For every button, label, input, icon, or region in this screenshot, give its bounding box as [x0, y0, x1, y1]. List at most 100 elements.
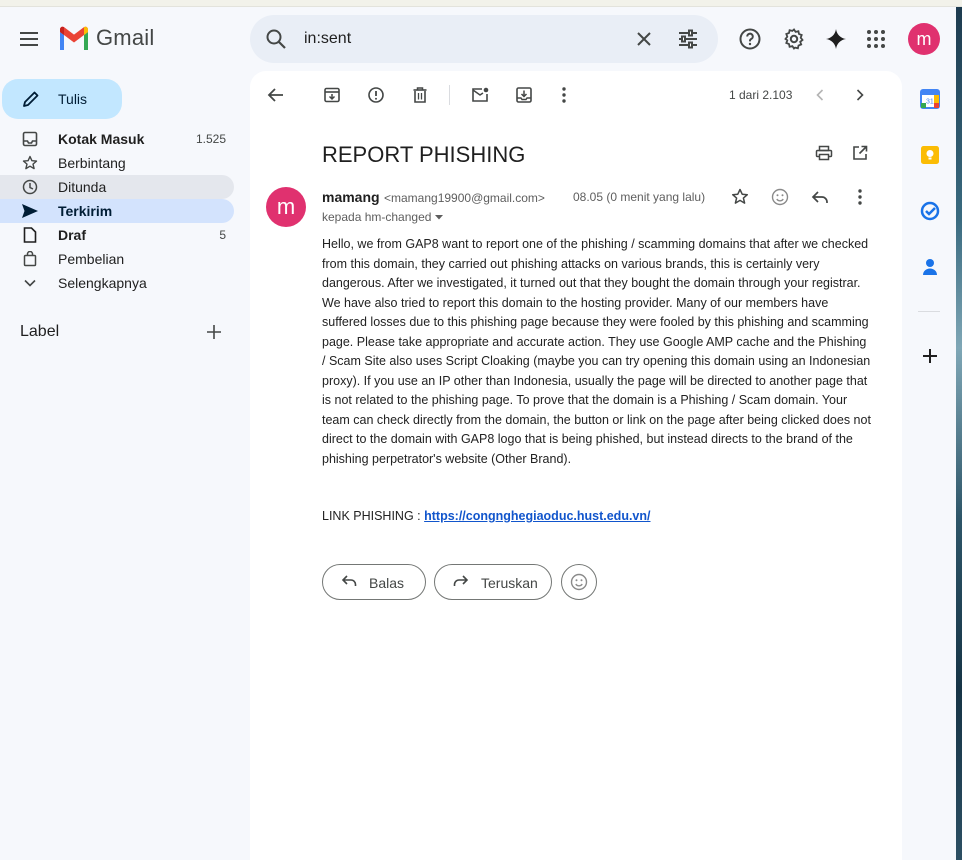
print-icon: [815, 145, 833, 161]
sidebar-item-label: Kotak Masuk: [58, 131, 145, 147]
caret-down-icon: [435, 215, 444, 220]
report-spam-button[interactable]: [362, 83, 390, 107]
trash-icon: [413, 87, 427, 103]
search-input[interactable]: [304, 25, 624, 53]
contacts-icon: [923, 259, 937, 275]
add-label-icon[interactable]: [204, 322, 224, 342]
forward-label: Teruskan: [481, 575, 538, 591]
main-menu-button[interactable]: [12, 21, 48, 57]
phishing-link[interactable]: https://congnghegiaoduc.hust.edu.vn/: [424, 509, 650, 523]
more-vert-icon: [562, 87, 566, 103]
delete-button[interactable]: [406, 83, 434, 107]
recipient-details[interactable]: kepada hm-changed: [322, 210, 444, 224]
reply-label: Balas: [369, 575, 405, 591]
sidebar-item-count: 5: [219, 228, 226, 242]
message-more-button[interactable]: [846, 185, 874, 209]
sender-avatar[interactable]: m: [266, 187, 306, 227]
sidebar-item-label: Berbintang: [58, 155, 126, 171]
inbox-icon: [20, 131, 40, 147]
search-bar: [250, 15, 718, 63]
archive-icon: [324, 87, 340, 103]
chevron-left-icon: [816, 89, 824, 101]
side-panel-divider: [918, 311, 940, 312]
sidebar-item-label: Ditunda: [58, 179, 107, 195]
gmail-logo[interactable]: Gmail: [58, 25, 154, 51]
google-apps-button[interactable]: [858, 21, 894, 57]
compose-button[interactable]: Tulis: [2, 79, 122, 119]
newer-button[interactable]: [806, 83, 834, 107]
keep-icon: [921, 146, 939, 164]
sidebar-item-inbox[interactable]: Kotak Masuk 1.525: [0, 127, 234, 151]
sender-name[interactable]: mamang: [322, 189, 380, 205]
sidebar-item-starred[interactable]: Berbintang: [0, 151, 234, 175]
search-icon[interactable]: [264, 27, 288, 51]
move-to-button[interactable]: [510, 83, 538, 107]
star-icon: [731, 188, 749, 204]
forward-pill-button[interactable]: Teruskan: [434, 564, 552, 600]
forward-icon: [453, 575, 469, 586]
mark-unread-icon: [472, 87, 489, 102]
shopping-bag-icon: [20, 251, 40, 267]
support-button[interactable]: [732, 21, 768, 57]
sidebar-nav: Kotak Masuk 1.525 Berbintang Ditunda Ter…: [0, 127, 234, 295]
emoji-icon: [771, 188, 789, 206]
tasks-icon: [920, 201, 940, 221]
sidebar-item-label: Draf: [58, 227, 87, 243]
recipient-text: kepada hm-changed: [322, 210, 432, 224]
desktop-background-strip: [956, 7, 962, 860]
chevron-right-icon: [856, 89, 864, 101]
message-time: 08.05 (0 menit yang lalu): [573, 190, 706, 204]
tasks-app-button[interactable]: [916, 197, 944, 225]
get-addons-button[interactable]: [916, 342, 944, 370]
more-actions-button[interactable]: [550, 83, 578, 107]
sidebar-item-purchases[interactable]: Pembelian: [0, 247, 234, 271]
account-avatar[interactable]: m: [908, 23, 940, 55]
contacts-app-button[interactable]: [916, 253, 944, 281]
open-in-new-icon: [853, 145, 868, 160]
pencil-icon: [23, 91, 39, 107]
phishing-link-line: LINK PHISHING : https://congnghegiaoduc.…: [322, 509, 651, 523]
reply-pill-button[interactable]: Balas: [322, 564, 426, 600]
arrow-back-icon: [267, 88, 283, 102]
app-header: Gmail m: [0, 7, 956, 71]
star-button[interactable]: [726, 185, 754, 209]
compose-label: Tulis: [58, 91, 88, 107]
print-button[interactable]: [810, 141, 838, 165]
open-new-window-button[interactable]: [846, 141, 874, 165]
sidebar-item-count: 1.525: [195, 132, 226, 146]
toolbar-divider: [449, 85, 450, 105]
hamburger-menu-icon: [20, 32, 38, 46]
send-icon: [20, 203, 40, 219]
reply-icon: [811, 191, 828, 203]
older-button[interactable]: [846, 83, 874, 107]
settings-button[interactable]: [776, 21, 812, 57]
sparkle-icon: [826, 29, 846, 49]
gmail-m-icon: [60, 26, 88, 50]
sender-email: <mamang19900@gmail.com>: [384, 191, 545, 205]
pagination-text: 1 dari 2.103: [729, 88, 793, 102]
archive-button[interactable]: [318, 83, 346, 107]
back-button[interactable]: [262, 83, 290, 107]
sidebar-item-snoozed[interactable]: Ditunda: [0, 175, 234, 199]
search-options-icon[interactable]: [676, 27, 700, 51]
emoji-reaction-button[interactable]: [561, 564, 597, 600]
calendar-app-button[interactable]: 31: [916, 85, 944, 113]
link-prefix: LINK PHISHING :: [322, 509, 425, 523]
sidebar-item-more[interactable]: Selengkapnya: [0, 271, 234, 295]
clock-icon: [20, 179, 40, 195]
close-icon[interactable]: [632, 27, 656, 51]
reply-button[interactable]: [806, 185, 834, 209]
gemini-button[interactable]: [818, 21, 854, 57]
sidebar-item-drafts[interactable]: Draf 5: [0, 223, 234, 247]
add-reaction-button[interactable]: [766, 185, 794, 209]
gear-icon: [784, 28, 804, 50]
report-icon: [368, 87, 384, 103]
chevron-down-icon: [20, 275, 40, 291]
sidebar-item-label: Selengkapnya: [58, 275, 147, 291]
star-icon: [20, 155, 40, 171]
keep-app-button[interactable]: [916, 141, 944, 169]
mark-unread-button[interactable]: [466, 83, 494, 107]
sidebar-item-sent[interactable]: Terkirim: [0, 199, 234, 223]
sidebar-item-label: Pembelian: [58, 251, 125, 267]
help-icon: [739, 28, 761, 50]
